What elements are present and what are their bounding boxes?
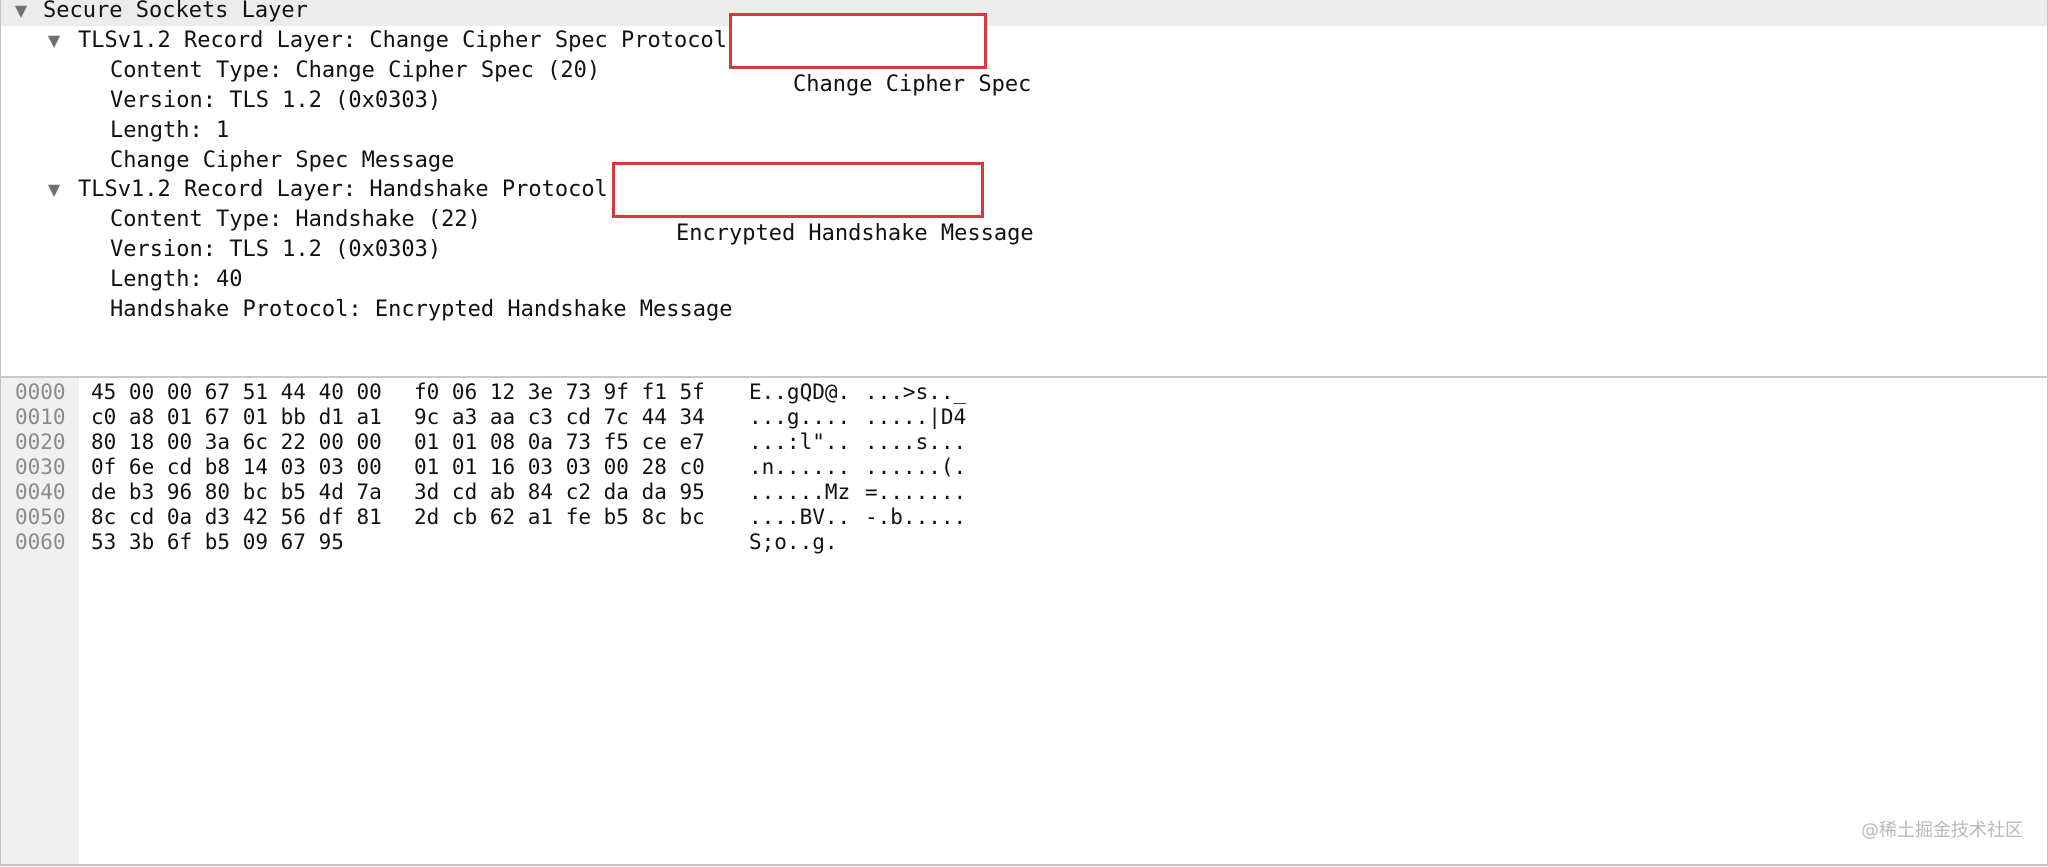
ascii-bytes[interactable]: ......Mz bbox=[749, 480, 850, 505]
ascii-bytes[interactable]: =....... bbox=[865, 480, 966, 505]
field-message: Change Cipher Spec Message bbox=[110, 148, 455, 173]
tree-row-field[interactable]: Length: 40 bbox=[1, 265, 2047, 295]
ascii-bytes[interactable]: ...g.... bbox=[749, 405, 850, 430]
field-length: Length: 1 bbox=[110, 118, 230, 143]
hex-bytes[interactable]: 3d cd ab 84 c2 da da 95 bbox=[414, 480, 705, 505]
ascii-bytes[interactable]: ....BV.. bbox=[749, 505, 850, 530]
watermark: @稀土掘金技术社区 bbox=[1861, 820, 2023, 841]
tree-row-field[interactable]: Version: TLS 1.2 (0x0303) bbox=[1, 235, 2047, 265]
ascii-bytes[interactable]: -.b..... bbox=[865, 505, 966, 530]
ascii-bytes[interactable]: ...:l".. bbox=[749, 430, 850, 455]
hex-offset: 0020 bbox=[15, 430, 66, 454]
hex-bytes[interactable]: de b3 96 80 bc b5 4d 7a bbox=[91, 480, 382, 505]
hex-offset: 0010 bbox=[15, 405, 66, 429]
ascii-bytes[interactable]: .n...... bbox=[749, 455, 850, 480]
tree-row-field[interactable]: Change Cipher Spec Message bbox=[1, 146, 2047, 176]
packet-bytes-pane: 0000 45 00 00 67 51 44 40 00 f0 06 12 3e… bbox=[0, 378, 2048, 866]
hex-bytes[interactable]: 80 18 00 3a 6c 22 00 00 bbox=[91, 430, 382, 455]
tree-row-field[interactable]: Length: 1 bbox=[1, 116, 2047, 146]
field-length: Length: 40 bbox=[110, 267, 243, 292]
ascii-bytes[interactable]: .....|D4 bbox=[865, 405, 966, 430]
tree-row-record-handshake[interactable]: ▼ TLSv1.2 Record Layer: Handshake Protoc… bbox=[1, 175, 2047, 205]
field-content-type: Content Type: Change Cipher Spec (20) bbox=[110, 58, 601, 83]
ascii-bytes[interactable]: ....s... bbox=[865, 430, 966, 455]
hex-bytes[interactable]: 53 3b 6f b5 09 67 95 bbox=[91, 530, 344, 555]
hex-bytes[interactable]: 2d cb 62 a1 fe b5 8c bc bbox=[414, 505, 705, 530]
field-handshake-protocol: Handshake Protocol: Encrypted Handshake … bbox=[110, 297, 733, 322]
hex-bytes[interactable]: c0 a8 01 67 01 bb d1 a1 bbox=[91, 405, 382, 430]
hex-offset: 0000 bbox=[15, 380, 66, 404]
triangle-down-icon[interactable]: ▼ bbox=[11, 0, 31, 26]
tree-row-secure-sockets-layer[interactable]: ▼ Secure Sockets Layer bbox=[1, 0, 2047, 26]
tree-row-field[interactable]: Handshake Protocol: Encrypted Handshake … bbox=[1, 295, 2047, 325]
tree-row-field[interactable]: Version: TLS 1.2 (0x0303) bbox=[1, 86, 2047, 116]
tree-row-label: TLSv1.2 Record Layer: Handshake Protocol… bbox=[78, 177, 622, 202]
hex-bytes[interactable]: 9c a3 aa c3 cd 7c 44 34 bbox=[414, 405, 705, 430]
ascii-bytes[interactable]: E..gQD@. bbox=[749, 380, 850, 405]
ascii-bytes[interactable]: ......(. bbox=[865, 455, 966, 480]
hex-offset: 0060 bbox=[15, 530, 66, 554]
hex-bytes[interactable]: f0 06 12 3e 73 9f f1 5f bbox=[414, 380, 705, 405]
hex-bytes[interactable]: 8c cd 0a d3 42 56 df 81 bbox=[91, 505, 382, 530]
ascii-bytes[interactable]: S;o..g. bbox=[749, 530, 838, 555]
hex-bytes[interactable]: 01 01 16 03 03 00 28 c0 bbox=[414, 455, 705, 480]
hex-bytes[interactable]: 01 01 08 0a 73 f5 ce e7 bbox=[414, 430, 705, 455]
tree-row-label: Secure Sockets Layer bbox=[43, 0, 308, 23]
tree-row-record-change-cipher-spec[interactable]: ▼ TLSv1.2 Record Layer: Change Cipher Sp… bbox=[1, 26, 2047, 56]
hex-offset: 0050 bbox=[15, 505, 66, 529]
triangle-down-icon[interactable]: ▼ bbox=[44, 26, 64, 56]
tree-row-label: TLSv1.2 Record Layer: Change Cipher Spec… bbox=[78, 28, 741, 53]
field-content-type: Content Type: Handshake (22) bbox=[110, 207, 481, 232]
triangle-down-icon[interactable]: ▼ bbox=[44, 175, 64, 205]
hex-offset: 0030 bbox=[15, 455, 66, 479]
packet-details-pane: ▼ Secure Sockets Layer ▼ TLSv1.2 Record … bbox=[0, 0, 2048, 376]
hex-bytes[interactable]: 0f 6e cd b8 14 03 03 00 bbox=[91, 455, 382, 480]
field-version: Version: TLS 1.2 (0x0303) bbox=[110, 88, 442, 113]
hex-bytes[interactable]: 45 00 00 67 51 44 40 00 bbox=[91, 380, 382, 405]
tree-row-field[interactable]: Content Type: Change Cipher Spec (20) bbox=[1, 56, 2047, 86]
ascii-bytes[interactable]: ...>s.._ bbox=[865, 380, 966, 405]
hex-offset: 0040 bbox=[15, 480, 66, 504]
tree-row-field[interactable]: Content Type: Handshake (22) bbox=[1, 205, 2047, 235]
field-version: Version: TLS 1.2 (0x0303) bbox=[110, 237, 442, 262]
